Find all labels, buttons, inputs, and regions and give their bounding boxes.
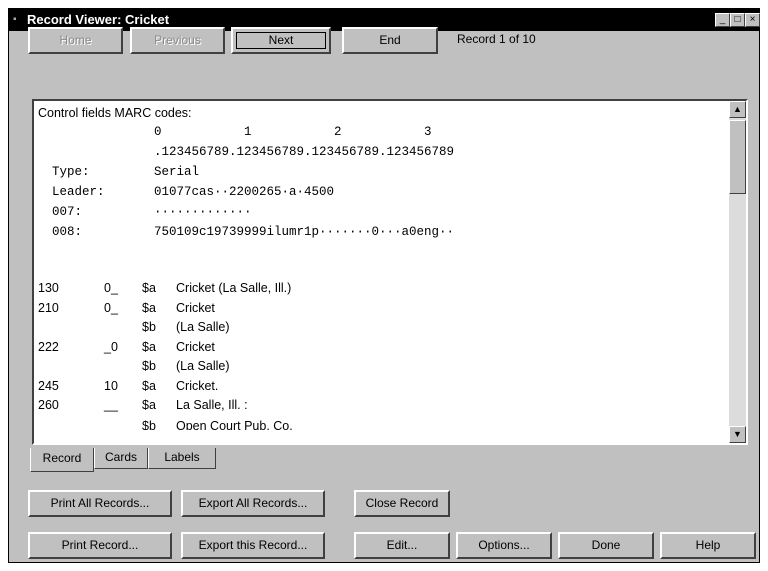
type-value: Serial [154, 165, 200, 179]
done-button[interactable]: Done [558, 532, 654, 559]
field-tag: 260 [38, 398, 59, 412]
subfield-code: $a [142, 301, 156, 315]
subfield-text: (La Salle) [176, 320, 230, 334]
subfield-text: Cricket. [176, 379, 219, 393]
previous-button[interactable]: Previous [130, 27, 225, 54]
app-icon[interactable]: ▪ [13, 14, 25, 26]
tab-cards[interactable]: Cards [94, 448, 148, 469]
maximize-button[interactable]: □ [730, 13, 745, 27]
subfield-code: $a [142, 340, 156, 354]
options-button[interactable]: Options... [456, 532, 552, 559]
subfield-text: Cricket [176, 301, 215, 315]
record-text-area: Control fields MARC codes: 0 1 2 3 .1234… [34, 101, 730, 443]
field-tag: 222 [38, 340, 59, 354]
tab-record[interactable]: Record [30, 448, 94, 472]
record-view-pane[interactable]: Control fields MARC codes: 0 1 2 3 .1234… [32, 99, 748, 445]
print-all-records-button[interactable]: Print All Records... [28, 490, 172, 517]
subfield-text: Cricket [176, 340, 215, 354]
minimize-button[interactable]: _ [715, 13, 730, 27]
field-indicators: 0_ [104, 281, 118, 295]
leader-label: Leader: [52, 185, 105, 199]
field-007-value: ············· [154, 205, 252, 219]
ruler-digits: .123456789.123456789.123456789.123456789 [154, 145, 455, 159]
help-button[interactable]: Help [660, 532, 756, 559]
export-all-records-button[interactable]: Export All Records... [181, 490, 325, 517]
vertical-scrollbar[interactable]: ▲ ▼ [729, 101, 746, 443]
print-record-button[interactable]: Print Record... [28, 532, 172, 559]
subfield-code: $a [142, 281, 156, 295]
subfield-text: (La Salle) [176, 359, 230, 373]
home-button[interactable]: Home [28, 27, 123, 54]
subfield-text: Cricket (La Salle, Ill.) [176, 281, 292, 295]
close-button[interactable]: × [745, 13, 760, 27]
subfield-code: $b [142, 320, 156, 334]
field-tag: 130 [38, 281, 59, 295]
record-count-label: Record 1 of 10 [457, 32, 536, 46]
tab-labels[interactable]: Labels [148, 448, 216, 469]
scroll-thumb[interactable] [729, 120, 746, 194]
window-title: Record Viewer: Cricket [27, 12, 170, 27]
field-indicators: __ [104, 398, 118, 412]
ruler-numbers: 0 1 2 3 [154, 125, 432, 139]
field-007-label: 007: [52, 205, 83, 219]
type-label: Type: [52, 165, 90, 179]
scroll-down-arrow-icon[interactable]: ▼ [729, 426, 746, 443]
subfield-text: Open Court Pub. Co. [176, 419, 293, 430]
record-viewer-window: ▪ Record Viewer: Cricket _ □ × Home Prev… [8, 8, 760, 563]
subfield-code: $b [142, 359, 156, 373]
next-button[interactable]: Next [231, 27, 331, 54]
end-button[interactable]: End [342, 27, 438, 54]
field-tag: 210 [38, 301, 59, 315]
field-indicators: _0 [104, 340, 118, 354]
control-fields-header: Control fields MARC codes: [38, 106, 192, 120]
subfield-code: $a [142, 398, 156, 412]
subfield-code: $a [142, 379, 156, 393]
edit-button[interactable]: Edit... [354, 532, 450, 559]
close-record-button[interactable]: Close Record [354, 490, 450, 517]
export-record-button[interactable]: Export this Record... [181, 532, 325, 559]
subfield-code: $b [142, 419, 156, 430]
field-008-value: 750109c19739999ilumr1p·······0···a0eng·· [154, 225, 455, 239]
field-tag: 245 [38, 379, 59, 393]
field-indicators: 10 [104, 379, 118, 393]
subfield-text: La Salle, Ill. : [176, 398, 248, 412]
field-indicators: 0_ [104, 301, 118, 315]
field-008-label: 008: [52, 225, 83, 239]
scroll-up-arrow-icon[interactable]: ▲ [729, 101, 746, 118]
leader-value: 01077cas··2200265·a·4500 [154, 185, 335, 199]
